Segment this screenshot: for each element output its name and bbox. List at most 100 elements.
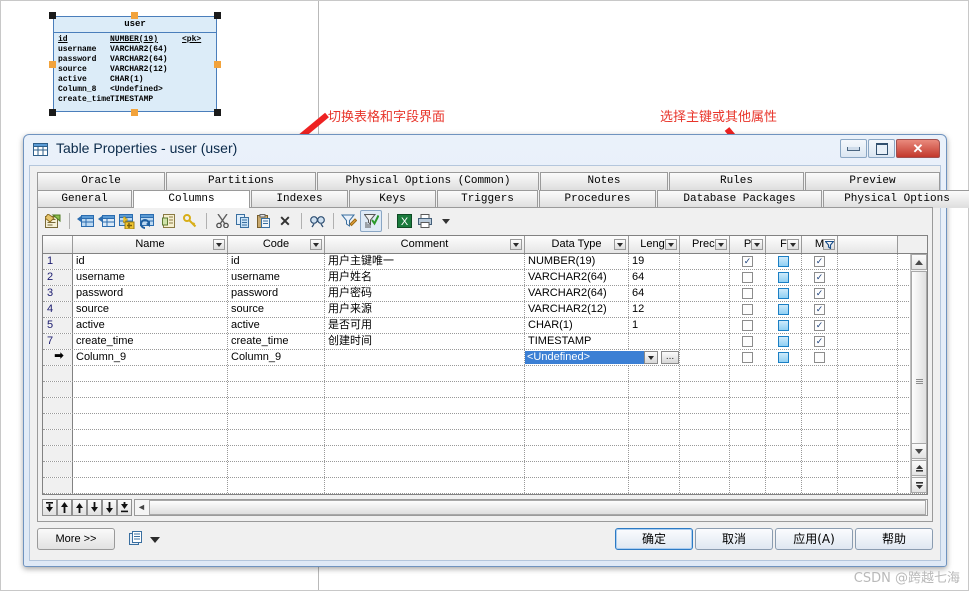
cell-empty[interactable] bbox=[325, 414, 525, 429]
hscroll-left-arrow[interactable]: ◄ bbox=[135, 500, 148, 515]
cell-comment[interactable]: 创建时间 bbox=[325, 334, 525, 349]
checkbox-f[interactable] bbox=[778, 256, 789, 267]
cell-precision[interactable] bbox=[680, 302, 730, 317]
cell-mandatory-checkbox[interactable]: ✓ bbox=[802, 334, 838, 349]
table-row-current[interactable]: ➡ Column_9 Column_9 <Undefined>... bbox=[43, 350, 927, 366]
row-number[interactable]: 4 bbox=[43, 302, 73, 317]
apply-button[interactable]: 应用(A) bbox=[775, 528, 853, 550]
cell-code[interactable]: source bbox=[228, 302, 325, 317]
cell-empty[interactable] bbox=[629, 414, 680, 429]
paste-icon[interactable] bbox=[254, 211, 274, 231]
cell-empty[interactable] bbox=[325, 462, 525, 477]
cell-empty[interactable] bbox=[838, 382, 898, 397]
cell-empty[interactable] bbox=[629, 366, 680, 381]
tab-notes[interactable]: Notes bbox=[540, 172, 668, 190]
selection-handle-se[interactable] bbox=[214, 109, 221, 116]
columns-grid[interactable]: Name Code Comment Data Type Lengt Preci P F M 1i… bbox=[42, 235, 928, 495]
cell-mandatory-checkbox[interactable]: ✓ bbox=[802, 270, 838, 285]
cell-empty[interactable] bbox=[325, 430, 525, 445]
row-number[interactable]: 2 bbox=[43, 270, 73, 285]
cell-foreign-checkbox[interactable] bbox=[766, 286, 802, 301]
checkbox-f[interactable] bbox=[778, 304, 789, 315]
grid-header-name[interactable]: Name bbox=[73, 236, 228, 253]
cell-empty[interactable] bbox=[730, 430, 766, 445]
cell-comment[interactable]: 用户密码 bbox=[325, 286, 525, 301]
checkbox-m[interactable]: ✓ bbox=[814, 336, 825, 347]
cell-mandatory-checkbox[interactable]: ✓ bbox=[802, 286, 838, 301]
cell-empty[interactable] bbox=[629, 478, 680, 493]
cell-empty[interactable] bbox=[802, 366, 838, 381]
next-page-icon[interactable] bbox=[102, 498, 117, 516]
tab-keys[interactable]: Keys bbox=[349, 190, 436, 208]
table-row-empty[interactable] bbox=[43, 478, 927, 494]
cell-empty[interactable] bbox=[838, 366, 898, 381]
cell-name[interactable]: active bbox=[73, 318, 228, 333]
checkbox-m[interactable]: ✓ bbox=[814, 256, 825, 267]
cell-empty[interactable] bbox=[73, 414, 228, 429]
cell-empty[interactable] bbox=[228, 430, 325, 445]
cell-empty[interactable] bbox=[73, 366, 228, 381]
tab-triggers[interactable]: Triggers bbox=[437, 190, 538, 208]
cell-empty[interactable] bbox=[838, 478, 898, 493]
cell-empty[interactable] bbox=[43, 446, 73, 461]
cell-empty[interactable] bbox=[525, 366, 629, 381]
cell-empty[interactable] bbox=[766, 430, 802, 445]
table-row[interactable]: 5 active active 是否可用 CHAR(1) 1 ✓ bbox=[43, 318, 927, 334]
chevron-down-icon[interactable] bbox=[787, 239, 799, 250]
row-number[interactable]: 5 bbox=[43, 318, 73, 333]
cell-comment[interactable]: 用户主键唯一 bbox=[325, 254, 525, 269]
grid-header-f[interactable]: F bbox=[766, 236, 802, 253]
tab-database-packages[interactable]: Database Packages bbox=[657, 190, 822, 208]
cell-length[interactable]: 64 bbox=[629, 270, 680, 285]
cell-empty[interactable] bbox=[43, 398, 73, 413]
cell-empty[interactable] bbox=[802, 430, 838, 445]
table-row-empty[interactable] bbox=[43, 382, 927, 398]
checkbox-p[interactable] bbox=[742, 272, 753, 283]
cell-empty[interactable] bbox=[43, 382, 73, 397]
prev-page-icon[interactable] bbox=[57, 498, 72, 516]
first-row-icon[interactable] bbox=[42, 498, 57, 516]
cell-code[interactable]: Column_9 bbox=[228, 350, 325, 365]
dropdown-caret-icon[interactable] bbox=[150, 537, 160, 543]
table-row[interactable]: 2 username username 用户姓名 VARCHAR2(64) 64 ✓ bbox=[43, 270, 927, 286]
cell-name[interactable]: source bbox=[73, 302, 228, 317]
cell-primary-checkbox[interactable] bbox=[730, 270, 766, 285]
tab-physical-options-common[interactable]: Physical Options (Common) bbox=[317, 172, 539, 190]
table-row[interactable]: 4 source source 用户来源 VARCHAR2(12) 12 ✓ bbox=[43, 302, 927, 318]
page-up-button[interactable] bbox=[911, 460, 927, 476]
cell-precision[interactable] bbox=[680, 318, 730, 333]
cell-pad[interactable] bbox=[838, 350, 898, 365]
cell-empty[interactable] bbox=[43, 478, 73, 493]
selection-handle-w[interactable] bbox=[49, 61, 56, 68]
table-row-empty[interactable] bbox=[43, 494, 927, 495]
filter-icon[interactable] bbox=[339, 211, 359, 231]
funnel-icon[interactable] bbox=[823, 239, 835, 250]
cell-empty[interactable] bbox=[325, 366, 525, 381]
cell-name[interactable]: password bbox=[73, 286, 228, 301]
dialog-titlebar[interactable]: Table Properties - user (user) ✕ bbox=[24, 135, 946, 165]
cell-precision[interactable] bbox=[680, 334, 730, 349]
data-type-value[interactable]: <Undefined> bbox=[525, 351, 644, 364]
chevron-down-icon[interactable] bbox=[310, 239, 322, 250]
checkbox-f[interactable] bbox=[778, 336, 789, 347]
tab-physical-options[interactable]: Physical Options bbox=[823, 190, 969, 208]
table-row-empty[interactable] bbox=[43, 430, 927, 446]
tab-oracle[interactable]: Oracle bbox=[37, 172, 165, 190]
cell-empty[interactable] bbox=[629, 382, 680, 397]
more-button[interactable]: More >> bbox=[37, 528, 115, 550]
close-button[interactable]: ✕ bbox=[896, 139, 940, 158]
tab-rules[interactable]: Rules bbox=[669, 172, 804, 190]
cell-empty[interactable] bbox=[73, 398, 228, 413]
cell-empty[interactable] bbox=[680, 430, 730, 445]
grid-body[interactable]: 1 id id 用户主键唯一 NUMBER(19) 19 ✓ ✓ 2 username userna… bbox=[43, 254, 927, 495]
grid-header-code[interactable]: Code bbox=[228, 236, 325, 253]
cell-foreign-checkbox[interactable] bbox=[766, 254, 802, 269]
cell-empty[interactable] bbox=[325, 382, 525, 397]
cell-empty[interactable] bbox=[730, 462, 766, 477]
selection-handle-nw[interactable] bbox=[49, 12, 56, 19]
cell-mandatory-checkbox[interactable]: ✓ bbox=[802, 318, 838, 333]
cell-primary-checkbox[interactable] bbox=[730, 302, 766, 317]
cell-empty[interactable] bbox=[629, 462, 680, 477]
tab-indexes[interactable]: Indexes bbox=[251, 190, 348, 208]
data-type-editor[interactable]: <Undefined>... bbox=[525, 350, 680, 365]
